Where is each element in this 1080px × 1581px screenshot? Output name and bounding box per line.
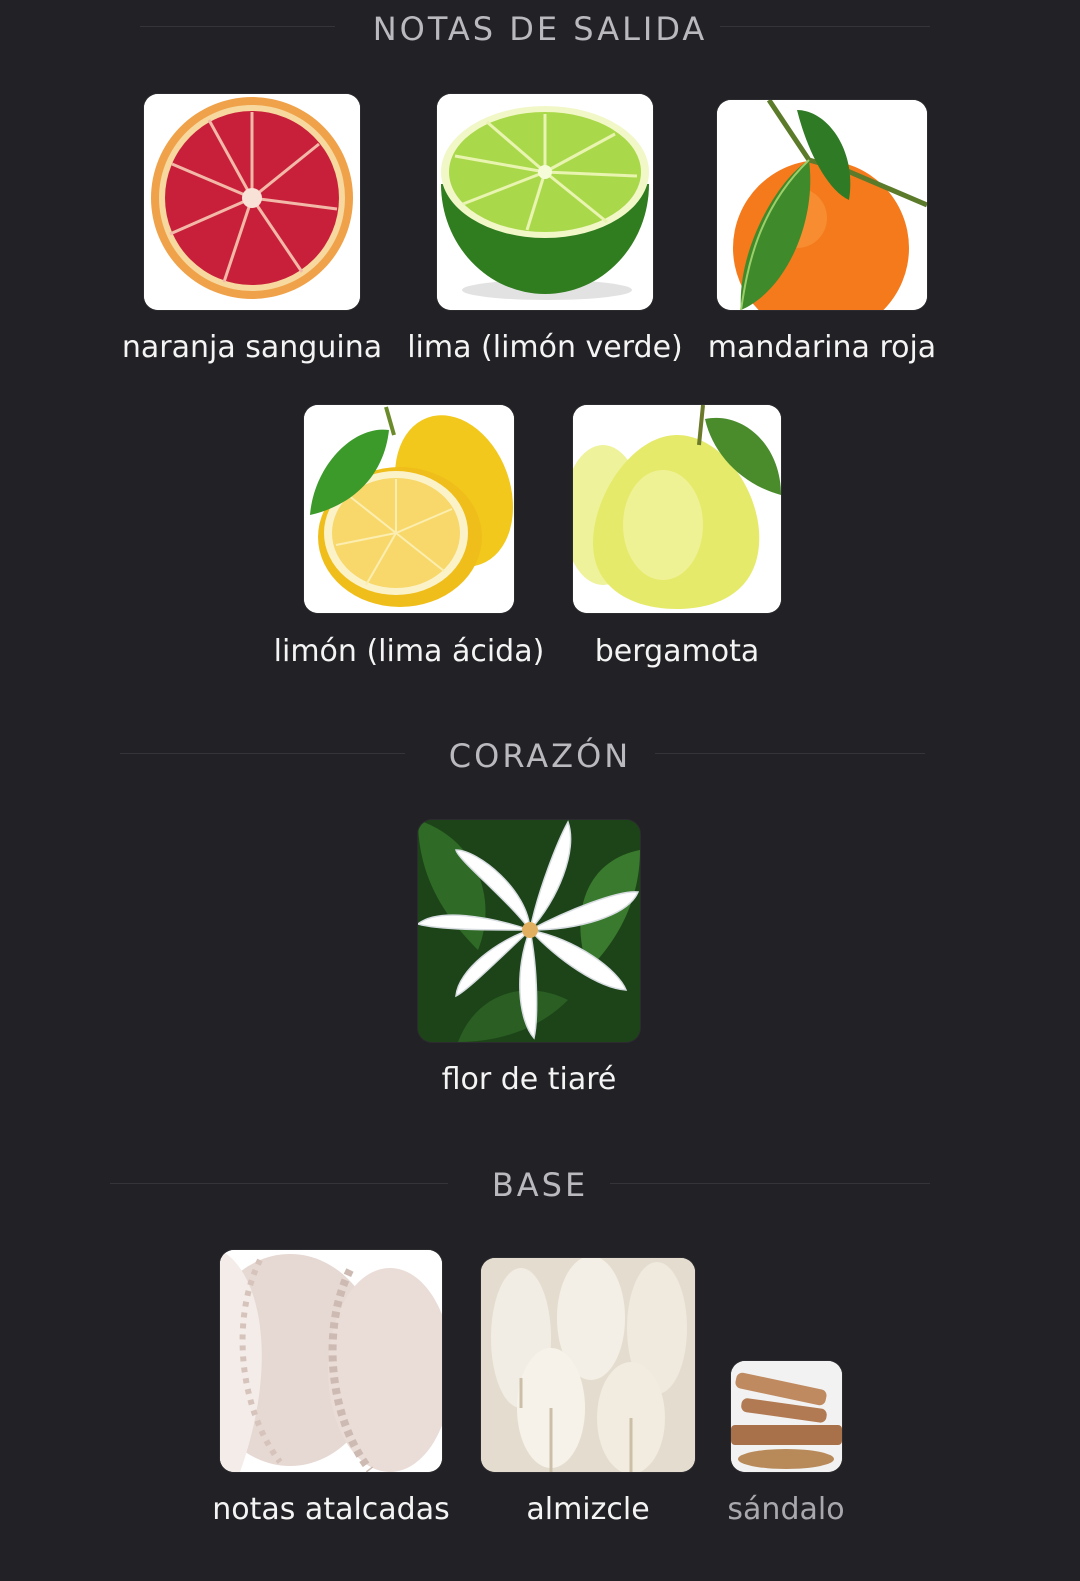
- note-label: bergamota: [594, 634, 760, 669]
- bergamot-image[interactable]: [573, 405, 781, 613]
- note-label: sándalo: [727, 1492, 845, 1527]
- mandarin-icon: [717, 100, 927, 310]
- mandarin-image[interactable]: [717, 100, 927, 310]
- lemon-image[interactable]: [304, 405, 514, 613]
- lime-icon: [437, 94, 653, 310]
- note-label: naranja sanguina: [121, 330, 383, 365]
- section-title-top-notes: NOTAS DE SALIDA: [372, 10, 708, 48]
- section-title-heart-notes: CORAZÓN: [448, 737, 632, 775]
- powder-icon: [220, 1250, 442, 1472]
- blood-orange-image[interactable]: [144, 94, 360, 310]
- lemon-icon: [304, 405, 514, 613]
- bergamot-icon: [573, 405, 781, 613]
- sandalwood-icon: [731, 1361, 842, 1472]
- lime-image[interactable]: [437, 94, 653, 310]
- musk-image[interactable]: [481, 1258, 695, 1472]
- note-label: lima (limón verde): [407, 330, 683, 365]
- note-label: limón (lima ácida): [273, 634, 545, 669]
- tiare-flower-icon: [418, 820, 640, 1042]
- sandalwood-image[interactable]: [731, 1361, 842, 1472]
- note-label: flor de tiaré: [441, 1062, 617, 1097]
- powder-image[interactable]: [220, 1250, 442, 1472]
- musk-icon: [481, 1258, 695, 1472]
- note-label: almizcle: [526, 1492, 650, 1527]
- note-label: mandarina roja: [707, 330, 937, 365]
- note-label: notas atalcadas: [212, 1492, 450, 1527]
- section-title-base-notes: BASE: [491, 1166, 589, 1204]
- tiare-flower-image[interactable]: [418, 820, 640, 1042]
- blood-orange-icon: [144, 94, 360, 310]
